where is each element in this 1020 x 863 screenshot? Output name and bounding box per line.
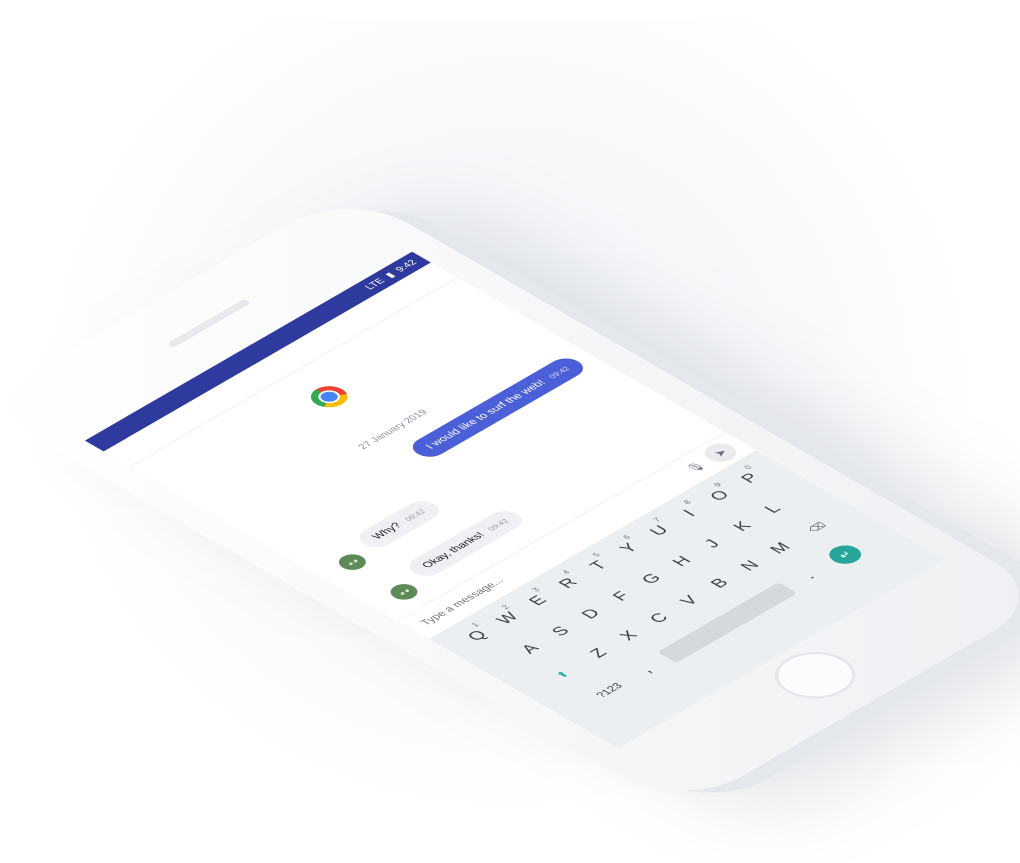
shift-arrow-icon: ⬆ [553,669,572,680]
message-time: 09:42 [402,508,428,523]
alien-icon: ◕◕ [384,580,423,603]
message-text: I would like to surf the web! [423,378,549,451]
phone-speaker [166,298,252,348]
message-text: Why? [369,521,405,542]
message-text: Okay, thanks! [419,530,488,570]
send-icon: ➤ [710,446,732,459]
phone-device: LTE ▮ 9:42 27 January 2019 I would like … [0,188,1020,812]
scene: LTE ▮ 9:42 27 January 2019 I would like … [0,0,1020,863]
message-time: 09:42 [485,517,511,533]
message-incoming[interactable]: Why? 09:42 [352,497,447,552]
message-time: 09:42 [546,365,572,380]
mic-icon[interactable]: 🎙 [683,460,708,475]
backspace-icon: ⌫ [805,520,830,535]
chrome-icon [303,381,356,412]
alien-icon: ◕◕ [333,551,372,574]
enter-icon: ↵ [822,541,868,568]
battery-icon: ▮ [383,271,398,280]
